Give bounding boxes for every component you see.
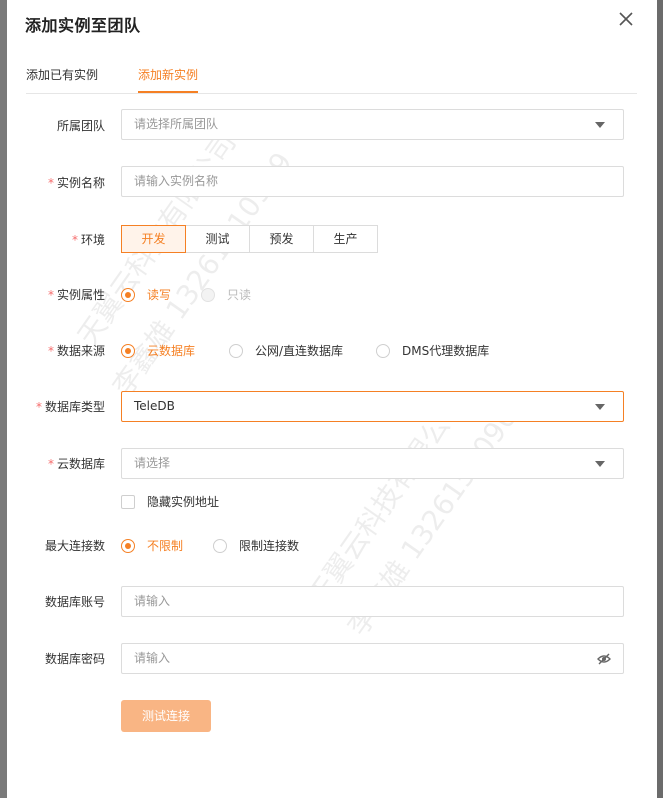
radio-dot bbox=[376, 343, 390, 358]
checkbox-box bbox=[121, 494, 135, 509]
instance-attr-label: * 实例属性 bbox=[47, 288, 105, 302]
radio-limit-connections[interactable]: 限制连接数 bbox=[213, 537, 299, 554]
tab-add-new[interactable]: 添加新实例 bbox=[138, 66, 198, 83]
radio-dot bbox=[201, 287, 215, 302]
env-option-test[interactable]: 测试 bbox=[185, 225, 250, 253]
env-option-dev[interactable]: 开发 bbox=[121, 225, 186, 253]
cloud-db-placeholder: 请选择 bbox=[134, 456, 171, 470]
radio-read-only[interactable]: 只读 bbox=[201, 286, 251, 303]
db-type-select[interactable]: TeleDB bbox=[121, 391, 624, 422]
caret-down-icon bbox=[595, 404, 605, 410]
hide-address-checkbox[interactable]: 隐藏实例地址 bbox=[121, 493, 219, 510]
cloud-db-select[interactable]: 请选择 bbox=[121, 448, 624, 479]
radio-read-write[interactable]: 读写 bbox=[121, 286, 171, 303]
instance-name-placeholder: 请输入实例名称 bbox=[134, 174, 219, 188]
caret-down-icon bbox=[595, 461, 605, 467]
radio-public-db[interactable]: 公网/直连数据库 bbox=[229, 342, 343, 359]
tab-add-existing[interactable]: 添加已有实例 bbox=[26, 66, 98, 83]
team-label: 所属团队 bbox=[56, 119, 105, 133]
env-option-prod[interactable]: 生产 bbox=[313, 225, 378, 253]
db-password-label: 数据库密码 bbox=[44, 652, 105, 666]
db-account-input[interactable]: 请输入 bbox=[121, 586, 624, 617]
tab-active-indicator bbox=[138, 91, 198, 93]
radio-dot bbox=[213, 538, 227, 553]
eye-hidden-icon[interactable] bbox=[597, 652, 611, 666]
data-source-label: * 数据来源 bbox=[47, 344, 105, 358]
tab-bar: 添加已有实例 添加新实例 bbox=[26, 44, 637, 94]
radio-dot bbox=[121, 538, 135, 553]
radio-dot bbox=[229, 343, 243, 358]
db-type-value: TeleDB bbox=[134, 399, 175, 413]
environment-segmented: 开发 测试 预发 生产 bbox=[121, 225, 378, 253]
instance-name-input[interactable]: 请输入实例名称 bbox=[121, 166, 624, 197]
radio-cloud-db[interactable]: 云数据库 bbox=[121, 342, 195, 359]
caret-down-icon bbox=[595, 122, 605, 128]
test-connection-button[interactable]: 测试连接 bbox=[121, 700, 211, 732]
db-account-placeholder: 请输入 bbox=[134, 594, 171, 608]
radio-dot bbox=[121, 343, 135, 358]
db-type-label: * 数据库类型 bbox=[35, 400, 105, 414]
instance-name-label: * 实例名称 bbox=[47, 176, 105, 190]
close-icon[interactable] bbox=[617, 10, 635, 28]
dialog-title: 添加实例至团队 bbox=[25, 16, 141, 35]
db-account-label: 数据库账号 bbox=[44, 595, 105, 609]
max-connections-label: 最大连接数 bbox=[44, 539, 105, 553]
cloud-db-label: * 云数据库 bbox=[47, 457, 105, 471]
env-option-staging[interactable]: 预发 bbox=[249, 225, 314, 253]
radio-unlimited[interactable]: 不限制 bbox=[121, 537, 183, 554]
dialog-header: 添加实例至团队 bbox=[7, 0, 657, 44]
team-select[interactable]: 请选择所属团队 bbox=[121, 109, 624, 140]
db-password-placeholder: 请输入 bbox=[134, 651, 171, 665]
db-password-input[interactable]: 请输入 bbox=[121, 643, 624, 674]
environment-label: * 环境 bbox=[71, 233, 105, 247]
radio-dms-proxy-db[interactable]: DMS代理数据库 bbox=[376, 342, 489, 359]
team-placeholder: 请选择所属团队 bbox=[134, 117, 219, 131]
add-instance-dialog: 天翼云科技有限公司 李鑫雄 13261510909 天翼云科技有限公司 李鑫雄 … bbox=[7, 0, 657, 798]
radio-dot bbox=[121, 287, 135, 302]
